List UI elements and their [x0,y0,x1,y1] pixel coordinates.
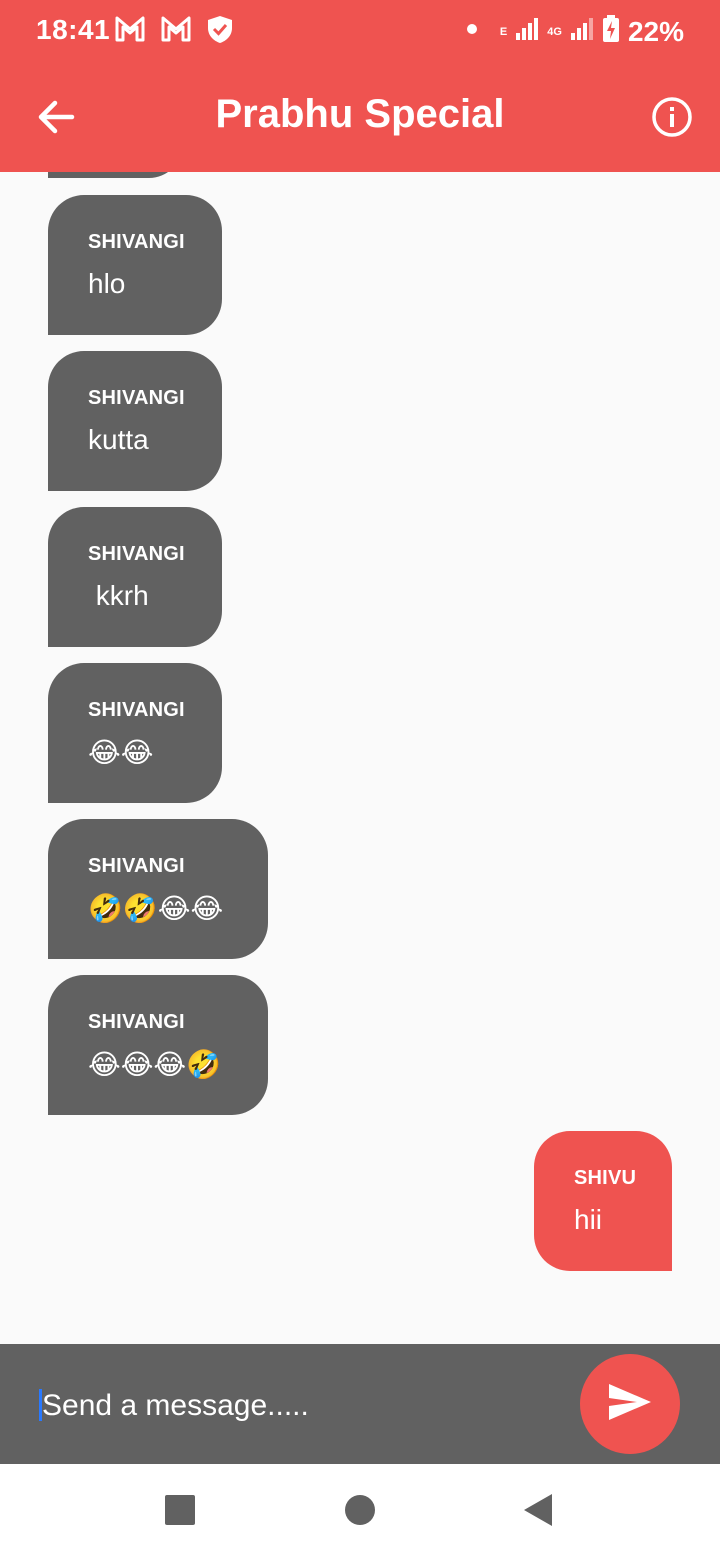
message-sender: SHIVANGI [88,1011,185,1033]
battery-charging-icon [602,15,620,48]
chat-bubble-partial [48,172,182,178]
status-bar: 18:41 E 4G 22% [0,0,720,62]
chat-bubble[interactable]: SHIVANGI kkrh [48,507,222,647]
send-icon [607,1382,653,1427]
app-bar: Prabhu Special [0,62,720,172]
back-triangle-icon [522,1493,554,1532]
message-text: 😂😂😂🤣 [88,1049,222,1080]
chat-message-list[interactable]: SHIVANGI hlo SHIVANGI kutta SHIVANGI kkr… [0,172,720,1344]
system-nav-bar [0,1464,720,1560]
info-icon [651,96,693,143]
status-right: E 4G 22% [466,14,684,49]
page-title: Prabhu Special [215,92,505,136]
message-text: hlo [88,268,126,299]
status-time: 18:41 [36,14,111,45]
message-text: kutta [88,424,149,455]
message-sender: SHIVANGI [88,231,185,253]
network-e-label: E [499,25,508,38]
signal-icon [515,17,539,46]
battery-percent: 22% [627,15,684,47]
message-sender: SHIVANGI [88,543,185,565]
message-sender: SHIVANGI [88,855,185,877]
chat-bubble[interactable]: SHIVANGI 🤣🤣😂😂 [48,819,268,959]
chat-bubble-self[interactable]: SHIVU hii [534,1131,672,1271]
message-text: 😂😂 [88,737,154,768]
recents-square-icon [165,1494,195,1530]
home-button[interactable] [340,1492,380,1532]
gmail-icon [160,14,192,49]
text-cursor [39,1389,42,1421]
chat-bubble[interactable]: SHIVANGI kutta [48,351,222,491]
chat-bubble[interactable]: SHIVANGI 😂😂 [48,663,222,803]
signal-icon [570,17,594,46]
home-circle-icon [345,1494,375,1530]
send-button[interactable] [580,1354,680,1454]
gmail-icon [114,14,146,49]
message-input[interactable] [40,1380,564,1432]
shield-icon [206,14,234,49]
message-text: kkrh [88,580,149,611]
chat-bubble[interactable]: SHIVANGI 😂😂😂🤣 [48,975,268,1115]
notification-icons [114,14,234,49]
message-sender: SHIVANGI [88,387,185,409]
message-sender: SHIVANGI [88,699,185,721]
chat-bubble[interactable]: SHIVANGI hlo [48,195,222,335]
message-text: 🤣🤣😂😂 [88,893,224,924]
recents-button[interactable] [160,1492,200,1532]
message-text: hii [574,1204,603,1235]
info-button[interactable] [648,95,696,143]
network-4g-label: 4G [547,25,562,38]
message-sender: SHIVU [574,1167,637,1189]
nav-back-button[interactable] [518,1492,558,1532]
dot-icon [466,14,492,49]
